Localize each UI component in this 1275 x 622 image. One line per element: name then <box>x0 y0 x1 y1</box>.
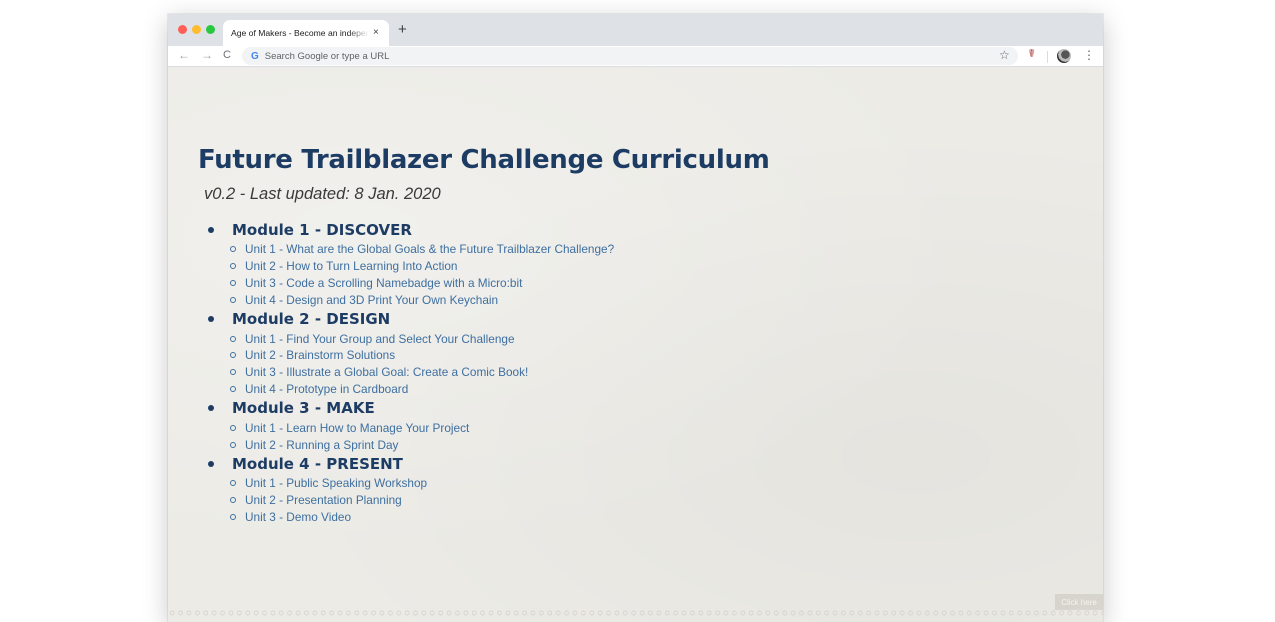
unit-link[interactable]: Unit 2 - Presentation Planning <box>208 492 908 509</box>
module-title: Module 2 - DESIGN <box>232 310 391 329</box>
bookmark-star-icon[interactable]: ☆ <box>999 49 1010 61</box>
circle-bullet-icon <box>230 279 236 286</box>
unit-link[interactable]: Unit 1 - Find Your Group and Select Your… <box>208 330 908 347</box>
circle-bullet-icon <box>230 296 236 303</box>
module-item: Module 1 - DISCOVER Unit 1 - What are th… <box>208 219 908 308</box>
reload-icon[interactable]: C <box>223 50 231 61</box>
unit-link[interactable]: Unit 1 - What are the Global Goals & the… <box>208 241 908 258</box>
address-bar[interactable]: G Search Google or type a URL <box>242 47 1018 65</box>
toolbar-divider <box>1047 51 1048 63</box>
bullet-icon <box>208 316 214 323</box>
tab-close-icon[interactable]: × <box>373 28 379 38</box>
module-title: Module 3 - MAKE <box>232 399 375 418</box>
circle-bullet-icon <box>230 335 236 342</box>
new-tab-icon[interactable]: + <box>398 22 407 37</box>
forward-arrow-icon[interactable]: → <box>201 49 213 61</box>
bullet-icon <box>208 460 214 467</box>
bullet-icon <box>208 227 214 233</box>
unit-label: Unit 3 - Demo Video <box>245 509 352 524</box>
browser-window: Age of Makers - Become an independent × … <box>168 14 1103 622</box>
tab-bar: Age of Makers - Become an independent × … <box>168 14 1103 46</box>
module-title: Module 1 - DISCOVER <box>232 221 412 239</box>
unit-link[interactable]: Unit 3 - Illustrate a Global Goal: Creat… <box>208 364 908 381</box>
unit-label: Unit 2 - Presentation Planning <box>245 493 402 508</box>
back-arrow-icon[interactable]: ← <box>178 49 190 61</box>
tab-title: Age of Makers - Become an independent <box>231 28 369 38</box>
circle-bullet-icon <box>230 441 236 448</box>
unit-link[interactable]: Unit 2 - Brainstorm Solutions <box>208 347 908 364</box>
module-list: Module 1 - DISCOVER Unit 1 - What are th… <box>208 219 908 525</box>
unit-label: Unit 3 - Illustrate a Global Goal: Creat… <box>245 365 529 380</box>
unit-label: Unit 2 - Brainstorm Solutions <box>245 348 396 363</box>
page-title: Future Trailblazer Challenge Curriculum <box>198 145 770 175</box>
module-title: Module 4 - PRESENT <box>232 454 403 473</box>
minimize-window-button[interactable] <box>192 25 201 34</box>
unit-label: Unit 2 - Running a Sprint Day <box>245 437 399 452</box>
circle-bullet-icon <box>230 246 236 253</box>
page-subtitle: v0.2 - Last updated: 8 Jan. 2020 <box>204 185 441 203</box>
circle-bullet-icon <box>230 497 236 504</box>
browser-menu-icon[interactable]: ⋮ <box>1083 49 1095 61</box>
unit-link[interactable]: Unit 1 - Public Speaking Workshop <box>208 475 908 492</box>
unit-label: Unit 1 - Public Speaking Workshop <box>245 476 428 491</box>
unit-label: Unit 3 - Code a Scrolling Namebadge with… <box>245 275 523 290</box>
module-item: Module 3 - MAKE Unit 1 - Learn How to Ma… <box>208 397 908 453</box>
google-icon: G <box>251 50 259 62</box>
click-here-button[interactable]: Click here <box>1055 594 1103 610</box>
unit-link[interactable]: Unit 2 - How to Turn Learning Into Actio… <box>208 258 908 275</box>
circle-bullet-icon <box>230 424 236 431</box>
browser-toolbar: ← → C G Search Google or type a URL ☆ ☤ … <box>168 46 1103 67</box>
unit-link[interactable]: Unit 3 - Code a Scrolling Namebadge with… <box>208 275 908 292</box>
extension-icon[interactable]: ☤ <box>1028 49 1035 60</box>
stitched-border <box>168 610 1103 616</box>
unit-label: Unit 1 - Learn How to Manage Your Projec… <box>245 420 470 435</box>
profile-avatar-icon[interactable] <box>1057 49 1071 63</box>
unit-label: Unit 4 - Design and 3D Print Your Own Ke… <box>245 292 499 307</box>
circle-bullet-icon <box>230 513 236 520</box>
unit-label: Unit 2 - How to Turn Learning Into Actio… <box>245 259 458 274</box>
browser-tab[interactable]: Age of Makers - Become an independent × <box>223 20 389 46</box>
module-heading[interactable]: Module 1 - DISCOVER <box>208 219 908 241</box>
maximize-window-button[interactable] <box>206 25 215 34</box>
address-bar-placeholder: Search Google or type a URL <box>264 50 390 62</box>
close-window-button[interactable] <box>178 25 187 34</box>
unit-link[interactable]: Unit 4 - Prototype in Cardboard <box>208 381 908 398</box>
circle-bullet-icon <box>230 369 236 376</box>
module-heading[interactable]: Module 2 - DESIGN <box>208 308 908 330</box>
unit-label: Unit 1 - Find Your Group and Select Your… <box>245 331 515 346</box>
bullet-icon <box>208 405 214 412</box>
unit-link[interactable]: Unit 2 - Running a Sprint Day <box>208 436 908 453</box>
circle-bullet-icon <box>230 480 236 487</box>
module-item: Module 4 - PRESENT Unit 1 - Public Speak… <box>208 453 908 525</box>
circle-bullet-icon <box>230 263 236 270</box>
unit-link[interactable]: Unit 4 - Design and 3D Print Your Own Ke… <box>208 291 908 308</box>
unit-link[interactable]: Unit 1 - Learn How to Manage Your Projec… <box>208 419 908 436</box>
module-item: Module 2 - DESIGN Unit 1 - Find Your Gro… <box>208 308 908 397</box>
circle-bullet-icon <box>230 352 236 359</box>
unit-label: Unit 1 - What are the Global Goals & the… <box>245 242 615 257</box>
unit-link[interactable]: Unit 3 - Demo Video <box>208 509 908 526</box>
unit-label: Unit 4 - Prototype in Cardboard <box>245 381 409 396</box>
page-content: Future Trailblazer Challenge Curriculum … <box>168 68 1103 622</box>
module-heading[interactable]: Module 4 - PRESENT <box>208 453 908 475</box>
module-heading[interactable]: Module 3 - MAKE <box>208 397 908 419</box>
circle-bullet-icon <box>230 385 236 392</box>
